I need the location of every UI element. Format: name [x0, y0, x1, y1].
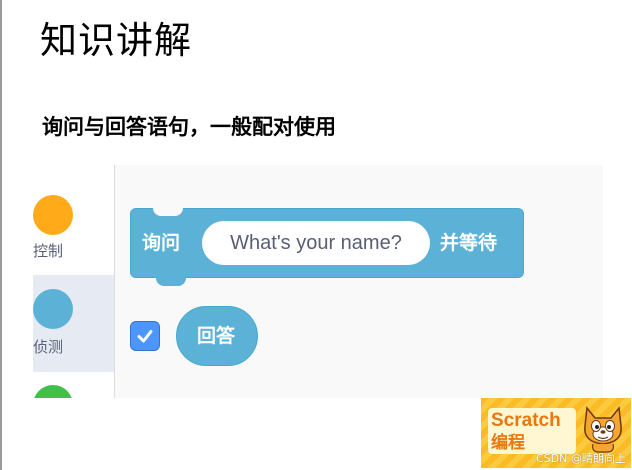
answer-label: 回答: [197, 325, 236, 347]
category-palette: 控制 侦测: [33, 165, 115, 398]
scratch-editor-panel: 控制 侦测 询问 What's your name? 并等待 回答: [33, 165, 603, 398]
logo-text-scratch: Scratch: [491, 410, 561, 431]
logo-text-biancheng: 编程: [491, 433, 525, 453]
block-tab: [156, 277, 186, 286]
left-edge-rule: [0, 0, 2, 470]
ask-label: 询问: [142, 232, 181, 254]
csdn-watermark: CSDN @晴朗向上: [536, 452, 626, 465]
category-operators[interactable]: [33, 372, 114, 398]
category-label: 侦测: [33, 338, 64, 356]
block-notch: [153, 208, 183, 216]
category-label: 控制: [33, 242, 64, 260]
sensing-category-dot-icon: [33, 289, 73, 329]
blocks-flyout: 询问 What's your name? 并等待 回答: [115, 165, 603, 398]
ask-suffix-label: 并等待: [440, 232, 498, 254]
ask-question-input[interactable]: What's your name?: [202, 221, 430, 265]
slide-title: 知识讲解: [40, 19, 192, 62]
checkmark-icon: [137, 330, 153, 343]
answer-reporter-block[interactable]: 回答: [176, 306, 258, 366]
category-control[interactable]: 控制: [33, 165, 114, 275]
ask-and-wait-block[interactable]: 询问 What's your name? 并等待: [130, 208, 524, 286]
category-sensing[interactable]: 侦测: [33, 275, 114, 372]
slide-subtitle: 询问与回答语句，一般配对使用: [42, 114, 336, 139]
scratch-cat-icon: [584, 406, 622, 453]
answer-monitor-checkbox[interactable]: [130, 321, 160, 351]
operators-category-dot-icon: [33, 385, 73, 398]
control-category-dot-icon: [33, 195, 73, 235]
